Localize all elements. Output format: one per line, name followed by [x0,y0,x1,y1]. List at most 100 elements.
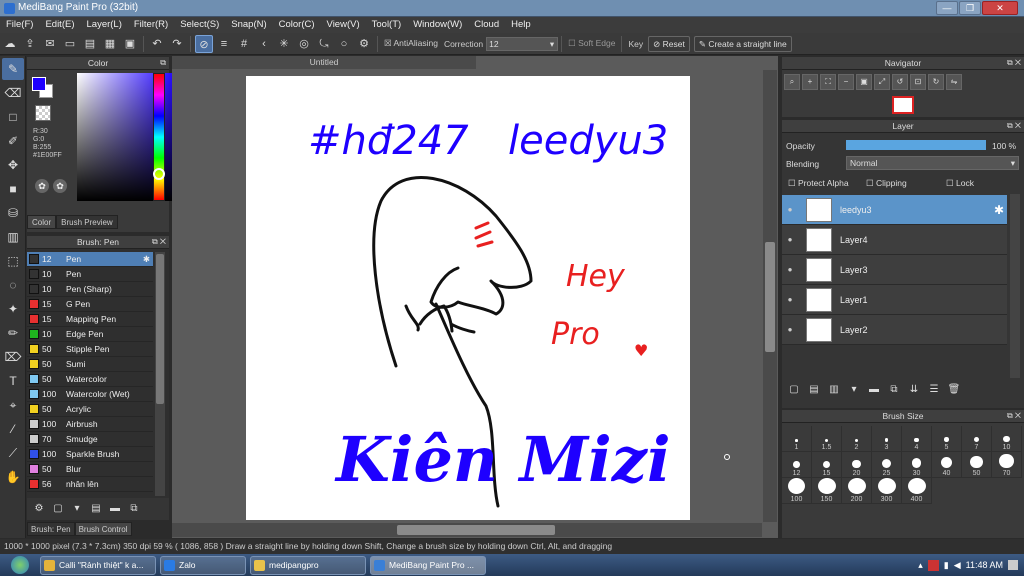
layer-list-scrollbar[interactable] [1010,194,1020,378]
ruler-cross-icon[interactable]: # [235,35,253,53]
duplicate-icon[interactable]: ⧉ [126,501,142,517]
layout-icon[interactable]: ▣ [121,35,139,53]
clock[interactable]: 11:48 AM [966,560,1003,570]
clipping-checkbox[interactable]: ☐ Clipping [866,178,907,189]
menu-cloud[interactable]: Cloud [468,17,505,33]
palette-icon[interactable]: ✿ [35,179,49,193]
brush-size-option[interactable]: 12 [782,452,812,478]
layer-row[interactable]: ● Layer1 [782,285,1007,315]
brush-list-item[interactable]: 10 Pen (Sharp) [27,282,153,297]
layer-row[interactable]: ● Layer3 [782,255,1007,285]
tab-brush-preview[interactable]: Brush Preview [56,215,118,229]
ruler-parallel-icon[interactable]: ≡ [215,35,233,53]
ruler-circle-icon[interactable]: ○ [335,35,353,53]
save-icon[interactable]: ▤ [81,35,99,53]
flip-icon[interactable]: ⇋ [946,74,962,90]
brush-list-item[interactable]: 50 Watercolor [27,372,153,387]
hand-tool-icon[interactable]: ✋ [2,466,24,488]
menu-help[interactable]: Help [505,17,537,33]
brush-size-option[interactable]: 50 [962,452,992,478]
tray-arrow-icon[interactable]: ▴ [918,560,923,571]
magic-wand-icon[interactable]: ✦ [2,298,24,320]
start-button[interactable] [0,554,40,576]
brush-size-option[interactable]: 30 [902,452,932,478]
new-file-icon[interactable]: ▭ [61,35,79,53]
select-pen-icon[interactable]: ✐ [2,130,24,152]
menu-layer[interactable]: Layer(L) [81,17,128,33]
actual-size-icon[interactable]: ▣ [856,74,872,90]
vertical-scroll-thumb[interactable] [765,242,775,352]
popout-icon[interactable]: ⧉ ✕ [1007,57,1021,69]
new-halftone-layer-icon[interactable]: ▤ [806,382,822,398]
brush-size-option[interactable]: 150 [812,478,842,504]
brush-size-option[interactable]: 2 [842,426,872,452]
brush-size-option[interactable]: 200 [842,478,872,504]
comment-icon[interactable]: ✉ [41,35,59,53]
cloud-icon[interactable]: ☁ [1,35,19,53]
tray-app-icon[interactable] [927,559,939,571]
brush-list-scrollbar[interactable] [155,252,165,496]
gear-icon[interactable]: ✱ [994,203,1004,217]
copy-brush-icon[interactable]: ▤ [88,501,104,517]
tab-brush-pen[interactable]: Brush: Pen [27,522,75,536]
brush-list-item[interactable]: 15 Mapping Pen [27,312,153,327]
brush-list-item[interactable]: 56 nhân lên [27,477,153,492]
select-eraser-icon[interactable]: ⌦ [2,346,24,368]
brush-size-option[interactable]: 1 [782,426,812,452]
brush-size-option[interactable]: 5 [932,426,962,452]
brush-list-item[interactable]: 100 Watercolor (Wet) [27,387,153,402]
brush-list-item[interactable]: 100 Airbrush [27,417,153,432]
popout-icon[interactable]: ⧉ ✕ [152,236,166,248]
brush-size-option[interactable]: 3 [872,426,902,452]
fill-shape-icon[interactable]: ■ [2,178,24,200]
navigator-thumbnail[interactable] [892,96,914,114]
popout-icon[interactable]: ⧉ [160,57,166,69]
ruler-concentric-icon[interactable]: ◎ [295,35,313,53]
menu-filter[interactable]: Filter(R) [128,17,174,33]
divide-tool-icon[interactable]: ⟋ [2,442,24,464]
horizontal-scroll-thumb[interactable] [397,525,555,535]
brush-size-option[interactable]: 1.5 [812,426,842,452]
menu-color[interactable]: Color(C) [273,17,321,33]
brush-tool-icon[interactable]: ✎ [2,58,24,80]
menu-edit[interactable]: Edit(E) [39,17,80,33]
blending-select[interactable]: Normal ▾ [846,156,1019,170]
add-brush-menu-icon[interactable]: ▾ [69,501,85,517]
brush-list-item[interactable]: 50 Acrylic [27,402,153,417]
brush-size-option[interactable]: 20 [842,452,872,478]
fit-screen-icon[interactable]: ⛶ [820,74,836,90]
brush-size-option[interactable]: 40 [932,452,962,478]
menu-tool[interactable]: Tool(T) [366,17,408,33]
zoom-in-icon[interactable]: + [802,74,818,90]
canvas-paper[interactable]: #hđ247 leedyu3 Hey Pro ♥ Kiên Mizi [246,76,690,520]
reset-view-icon[interactable]: ⊡ [910,74,926,90]
new-8bit-layer-icon[interactable]: ▥ [826,382,842,398]
network-icon[interactable]: ▮ [944,560,949,571]
ruler-vanish-icon[interactable]: ‹ [255,35,273,53]
ruler-settings-icon[interactable]: ⚙ [355,35,373,53]
brush-size-option[interactable]: 10 [992,426,1022,452]
menu-view[interactable]: View(V) [321,17,366,33]
menu-select[interactable]: Select(S) [174,17,225,33]
visibility-icon[interactable]: ● [782,265,798,274]
redo-icon[interactable]: ↷ [168,35,186,53]
correction-select[interactable]: 12 ▾ [486,36,559,51]
taskbar-item-zalo[interactable]: Zalo [160,555,246,575]
zoom-out-icon[interactable]: − [838,74,854,90]
brush-list-item[interactable]: 15 G Pen [27,297,153,312]
share-icon[interactable]: ⇪ [21,35,39,53]
layer-row[interactable]: ● Layer4 [782,225,1007,255]
popout-icon[interactable]: ⧉ ✕ [1007,410,1021,422]
add-brush-icon[interactable]: ▢ [50,501,66,517]
visibility-icon[interactable]: ● [782,325,798,334]
transparent-color-swatch[interactable] [35,105,51,121]
new-layer-icon[interactable]: ▢ [786,382,802,398]
ruler-straight-icon[interactable]: ⊘ [195,34,213,53]
create-line-button[interactable]: ✎ Create a straight line [693,35,792,52]
menu-file[interactable]: File(F) [0,17,39,33]
foreground-color-swatch[interactable] [32,77,46,91]
protect-alpha-checkbox[interactable]: ☐ Protect Alpha [788,178,849,189]
visibility-icon[interactable]: ● [782,205,798,214]
add-layer-menu-icon[interactable]: ▾ [846,382,862,398]
brush-list-item[interactable]: 50 Blur [27,462,153,477]
